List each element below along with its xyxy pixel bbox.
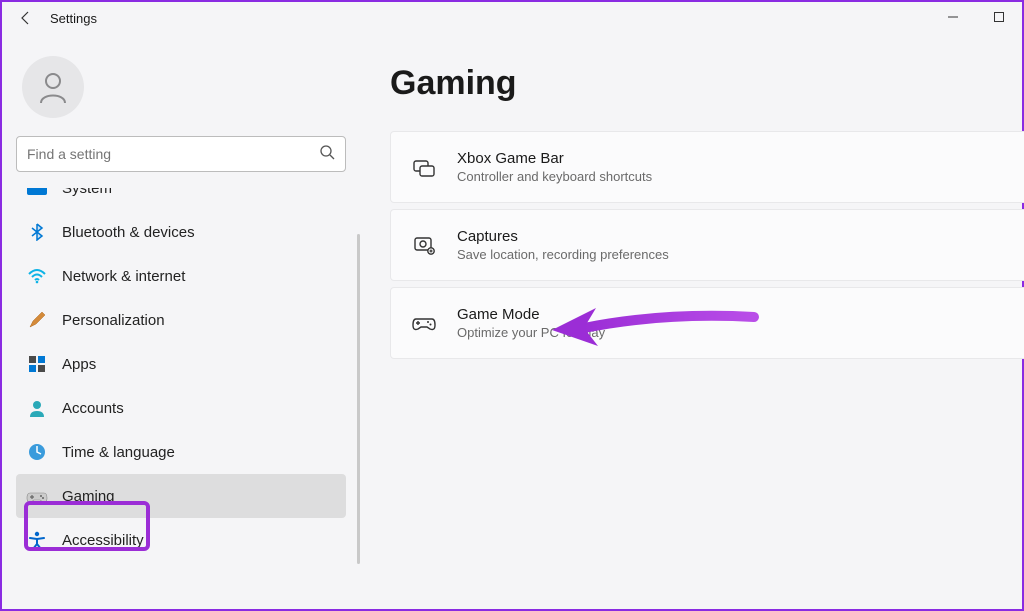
search-input-container[interactable] [16,136,346,172]
sidebar-item-label: Bluetooth & devices [62,224,195,241]
sidebar-item-label: Apps [62,356,96,373]
search-icon [319,144,335,165]
card-xbox-game-bar[interactable]: Xbox Game Bar Controller and keyboard sh… [390,131,1024,203]
sidebar-item-label: Network & internet [62,268,185,285]
window-title: Settings [50,11,97,26]
sidebar-item-label: Accounts [62,400,124,417]
user-avatar[interactable] [22,56,84,118]
xbox-bar-icon [411,155,437,179]
sidebar-item-network[interactable]: Network & internet [16,254,346,298]
sidebar-item-accessibility[interactable]: Accessibility [16,518,346,562]
page-title: Gaming [390,64,1024,103]
sidebar-item-label: Accessibility [62,532,144,549]
sidebar-item-system[interactable]: System [16,188,346,210]
sidebar-scrollbar[interactable] [357,234,360,564]
search-input[interactable] [27,146,319,162]
sidebar-item-label: System [62,188,112,197]
brush-icon [26,309,48,331]
main-content: Gaming Xbox Game Bar Controller and keyb… [360,34,1024,609]
sidebar: System Bluetooth & devices Network & int… [2,34,360,609]
card-game-mode[interactable]: Game Mode Optimize your PC for play [390,287,1024,359]
sidebar-item-label: Time & language [62,444,175,461]
maximize-button[interactable] [976,2,1022,32]
back-button[interactable] [10,2,42,34]
captures-icon [411,233,437,257]
gamepad-icon [26,485,48,507]
nav-list: System Bluetooth & devices Network & int… [16,188,346,609]
sidebar-item-label: Personalization [62,312,165,329]
sidebar-item-accounts[interactable]: Accounts [16,386,346,430]
bluetooth-icon [26,221,48,243]
person-icon [26,397,48,419]
apps-icon [26,353,48,375]
card-title: Game Mode [457,306,605,323]
sidebar-item-bluetooth[interactable]: Bluetooth & devices [16,210,346,254]
card-title: Captures [457,228,669,245]
accessibility-icon [26,529,48,551]
card-subtitle: Controller and keyboard shortcuts [457,169,652,184]
sidebar-item-personalization[interactable]: Personalization [16,298,346,342]
wifi-icon [26,265,48,287]
card-subtitle: Save location, recording preferences [457,247,669,262]
sidebar-item-gaming[interactable]: Gaming [16,474,346,518]
clock-globe-icon [26,441,48,463]
card-title: Xbox Game Bar [457,150,652,167]
card-subtitle: Optimize your PC for play [457,325,605,340]
sidebar-item-apps[interactable]: Apps [16,342,346,386]
minimize-button[interactable] [930,2,976,32]
card-captures[interactable]: Captures Save location, recording prefer… [390,209,1024,281]
gamemode-icon [411,310,437,336]
sidebar-item-label: Gaming [62,488,115,505]
sidebar-item-time[interactable]: Time & language [16,430,346,474]
system-icon [26,188,48,199]
